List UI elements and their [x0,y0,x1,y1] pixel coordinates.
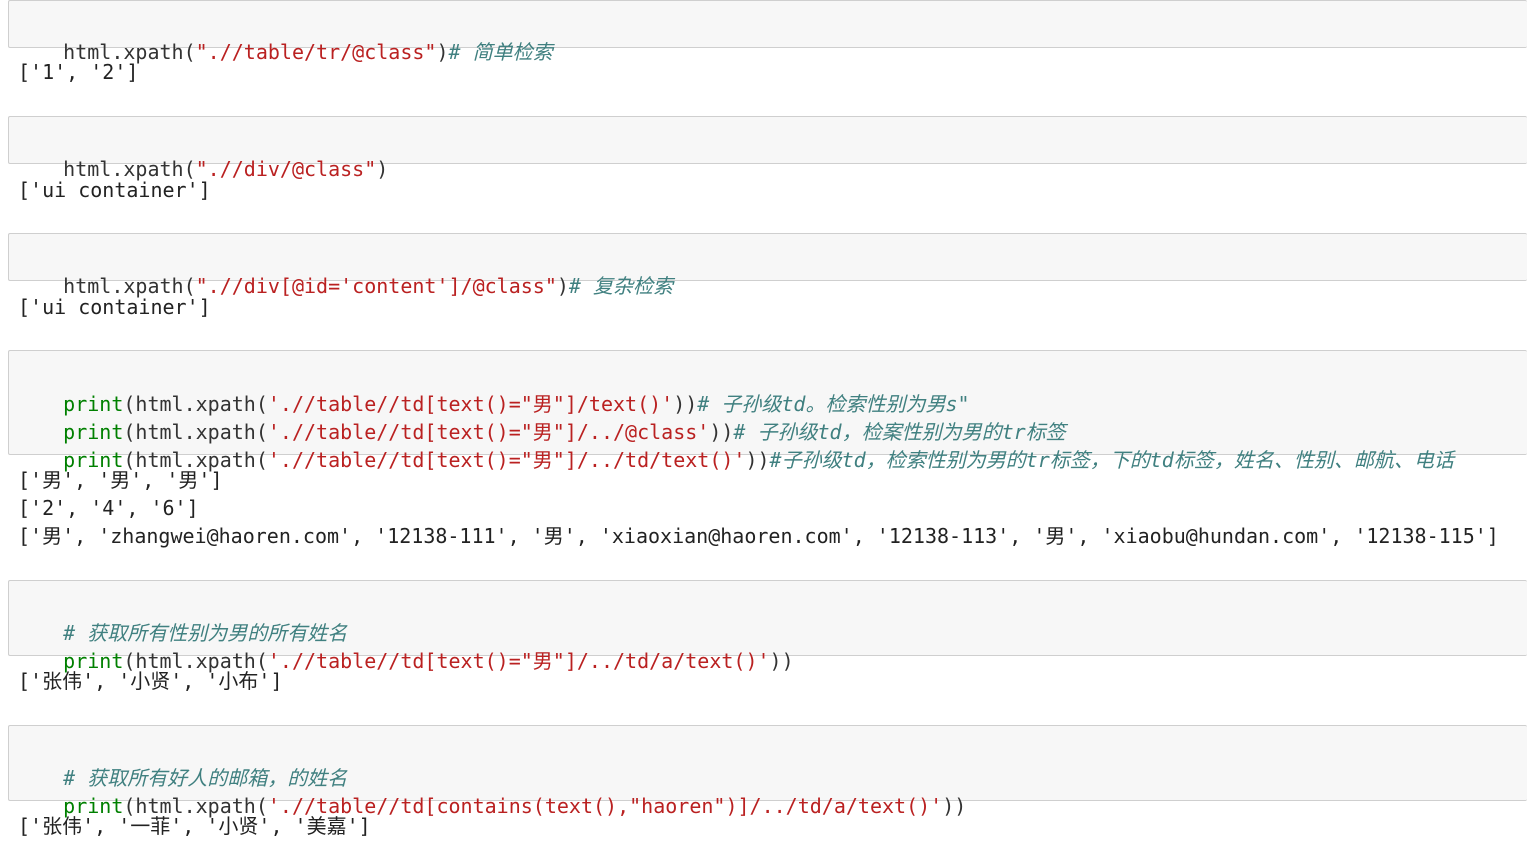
code-comment: # 子孙级td，检案性别为男的tr标签 [733,420,1066,444]
code-cell-output: ['张伟', '一菲', '小贤', '美嘉'] [8,812,1527,840]
code-cell-input[interactable]: html.xpath(".//div[@id='content']/@class… [8,233,1527,298]
output-line: ['男', 'zhangwei@haoren.com', '12138-111'… [18,524,1499,548]
code-token: './/table//td[text()="男"]/text()' [267,392,674,416]
code-line: html.xpath(".//div[@id='content']/@class… [15,244,1527,298]
output-line: ['男', '男', '男'] [18,468,223,492]
code-token: )) [673,392,698,416]
code-token: (html.xpath( [123,420,268,444]
code-cell-input[interactable]: print(html.xpath('.//table//td[text()="男… [8,350,1527,472]
print-keyword: print [63,392,124,416]
code-line: # 获取所有好人的邮箱，的姓名 [15,736,1527,790]
output-line: ['张伟', '一菲', '小贤', '美嘉'] [18,814,371,838]
code-cell-output: ['ui container'] [8,293,1527,321]
code-line: html.xpath(".//div/@class") [15,127,1527,181]
code-line: # 获取所有性别为男的所有姓名 [15,591,1527,645]
output-line: ['1', '2'] [18,60,139,84]
code-cell-input[interactable]: # 获取所有性别为男的所有姓名 print(html.xpath('.//tab… [8,580,1527,673]
code-cell-input[interactable]: html.xpath(".//table/tr/@class")# 简单检索 [8,0,1527,64]
code-cell-output: ['张伟', '小贤', '小布'] [8,667,1527,695]
code-line: print(html.xpath('.//table//td[text()="男… [15,362,1527,416]
code-comment: # 获取所有好人的邮箱，的姓名 [63,766,348,790]
code-comment: # 子孙级td。检索性别为男s" [697,392,970,416]
code-cell-output: ['ui container'] [8,176,1527,204]
code-token: './/table//td[text()="男"]/../@class' [267,420,710,444]
code-token: )) [709,420,734,444]
code-comment: # 获取所有性别为男的所有姓名 [63,621,348,645]
output-line: ['张伟', '小贤', '小布'] [18,669,283,693]
output-line: ['ui container'] [18,178,211,202]
code-token: (html.xpath( [123,392,268,416]
output-line: ['ui container'] [18,295,211,319]
code-line: html.xpath(".//table/tr/@class")# 简单检索 [15,10,1527,64]
output-line: ['2', '4', '6'] [18,496,199,520]
code-cell-output: ['男', '男', '男'] ['2', '4', '6'] ['男', 'z… [8,466,1527,550]
print-keyword: print [63,420,124,444]
code-cell-output: ['1', '2'] [8,58,1527,86]
code-cell-input[interactable]: html.xpath(".//div/@class") [8,116,1527,181]
code-cell-input[interactable]: # 获取所有好人的邮箱，的姓名 print(html.xpath('.//tab… [8,725,1527,818]
